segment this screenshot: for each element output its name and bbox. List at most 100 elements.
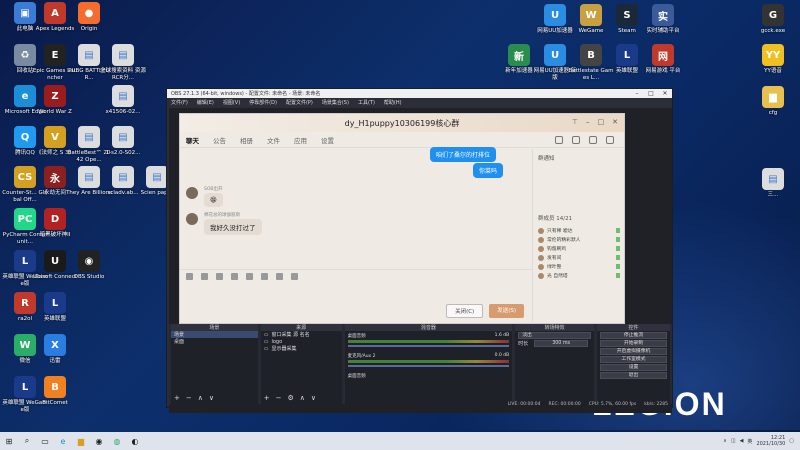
desktop-icon[interactable]: Z World War Z — [32, 85, 78, 116]
search-icon[interactable]: ⌕ — [18, 432, 36, 450]
desktop-icon[interactable]: ▤ 全球搜索资料 资源RCR分... — [100, 44, 146, 82]
phone-icon[interactable] — [555, 135, 563, 144]
add-icon[interactable]: + — [174, 394, 180, 402]
close-icon[interactable]: ✕ — [612, 118, 618, 126]
remove-icon[interactable]: − — [276, 394, 282, 402]
desktop-icon[interactable]: ● Origin — [66, 2, 112, 33]
desktop-icon[interactable]: ◉ OBS Studio — [66, 250, 112, 281]
desktop-icon[interactable]: ▤ 1-s2.0-S02... — [100, 126, 146, 157]
desktop-icon[interactable]: L 英雄联盟 — [32, 292, 78, 323]
stop-stream-button[interactable]: 停止推流 — [600, 332, 667, 339]
file-explorer-icon[interactable]: ▆ — [72, 432, 90, 450]
tab-album[interactable]: 相册 — [240, 135, 253, 145]
gif-icon[interactable] — [201, 273, 208, 280]
volume-slider[interactable] — [347, 345, 510, 347]
network-icon[interactable]: ◫ — [731, 438, 736, 444]
send-button[interactable]: 发送(S) — [489, 304, 524, 318]
maximize-icon[interactable]: □ — [598, 118, 605, 126]
member-item[interactable]: 钩蔻刷鸡 — [538, 244, 620, 253]
menu-edit[interactable]: 编辑(E) — [197, 99, 214, 106]
close-button[interactable]: 关闭(C) — [446, 304, 484, 318]
scene-item[interactable]: 桌面 — [171, 338, 258, 345]
tab-apps[interactable]: 应用 — [294, 135, 307, 145]
volume-icon[interactable]: ◀ — [740, 438, 744, 444]
transition-select[interactable]: 淡出 — [518, 332, 592, 339]
notification-icon[interactable]: ▢ — [789, 438, 794, 444]
menu-docks[interactable]: 停靠部件(D) — [249, 99, 277, 106]
emoji-icon[interactable] — [186, 273, 193, 280]
folder-icon[interactable] — [231, 273, 238, 280]
app-icon: W — [580, 4, 602, 26]
desktop-icon[interactable]: X 迅雷 — [32, 334, 78, 365]
member-item[interactable]: 绿叶整 — [538, 262, 620, 271]
minimize-icon[interactable]: – — [586, 118, 590, 126]
tab-settings[interactable]: 设置 — [321, 135, 334, 145]
avatar[interactable] — [186, 187, 198, 199]
desktop-icon[interactable]: 网网易游戏 平台 — [640, 44, 686, 75]
scene-item[interactable]: 场景 — [171, 331, 258, 338]
menu-tools[interactable]: 工具(T) — [358, 99, 375, 106]
more-icon[interactable] — [606, 135, 614, 144]
menu-scene-collection[interactable]: 场景集合(S) — [322, 99, 349, 106]
desktop-icon[interactable]: 实实时辅助平台 — [640, 4, 686, 35]
settings-button[interactable]: 设置 — [600, 364, 667, 371]
desktop-icon[interactable]: ▤ x41506-02... — [100, 85, 146, 116]
up-icon[interactable]: ∧ — [198, 394, 203, 402]
volume-slider[interactable] — [347, 365, 510, 367]
voice-icon[interactable] — [261, 273, 268, 280]
desktop-icon[interactable]: ▤ 三... — [750, 168, 796, 199]
clock[interactable]: 12:21 2021/10/30 — [756, 435, 785, 447]
tab-notice[interactable]: 公告 — [213, 135, 226, 145]
minimize-icon[interactable]: – — [630, 90, 644, 97]
menu-view[interactable]: 视图(V) — [223, 99, 240, 106]
tray-chevron-icon[interactable]: ∧ — [723, 438, 727, 444]
edge-icon[interactable]: e — [54, 432, 72, 450]
desktop-icon[interactable]: B BitComet — [32, 376, 78, 407]
menu-help[interactable]: 帮助(H) — [384, 99, 402, 106]
exit-button[interactable]: 退出 — [600, 372, 667, 379]
remove-icon[interactable]: − — [186, 394, 192, 402]
menu-file[interactable]: 文件(F) — [171, 99, 188, 106]
start-recording-button[interactable]: 开始录制 — [600, 340, 667, 347]
more-icon[interactable] — [291, 273, 298, 280]
image-icon[interactable] — [246, 273, 253, 280]
member-item[interactable]: 发有间 — [538, 253, 620, 262]
scissors-icon[interactable] — [216, 273, 223, 280]
desktop-icon[interactable]: YY YY语音 — [750, 44, 796, 75]
obs-titlebar[interactable]: OBS 27.1.3 (64-bit, windows) - 配置文件: 未命名… — [167, 89, 672, 98]
down-icon[interactable]: ∨ — [311, 394, 316, 402]
chat-input-area[interactable]: 关闭(C) 发送(S) — [180, 269, 532, 324]
source-item[interactable]: ▭ logo — [261, 338, 342, 345]
video-icon[interactable] — [572, 135, 580, 144]
source-item[interactable]: ▭ 显示器采集 — [261, 345, 342, 353]
studio-mode-button[interactable]: 工作室模式 — [600, 356, 667, 363]
desktop-icon[interactable]: D 暗黑破坏神II — [32, 208, 78, 239]
down-icon[interactable]: ∨ — [209, 394, 214, 402]
virtual-camera-button[interactable]: 开启虚拟摄像机 — [600, 348, 667, 355]
pin-icon[interactable]: ⊤ — [572, 118, 578, 126]
obs-taskbar-icon[interactable]: ◉ — [90, 432, 108, 450]
desktop-icon[interactable]: Ggcck.exe — [750, 4, 796, 35]
maximize-icon[interactable]: □ — [644, 90, 658, 97]
add-icon[interactable]: + — [264, 394, 270, 402]
member-item[interactable]: 常伦的精彩默人 — [538, 235, 620, 244]
up-icon[interactable]: ∧ — [300, 394, 305, 402]
member-item[interactable]: 只有稀 嘘达 — [538, 226, 620, 235]
tab-files[interactable]: 文件 — [267, 135, 280, 145]
bell-icon[interactable] — [276, 273, 283, 280]
tab-chat[interactable]: 聊天 — [186, 135, 199, 145]
source-item[interactable]: ▭ 窗口采集 源 名名 — [261, 331, 342, 339]
avatar[interactable] — [186, 213, 198, 225]
duration-input[interactable]: 300 ms — [534, 340, 589, 347]
ime-indicator[interactable]: 英 — [747, 438, 752, 445]
member-item[interactable]: 光 自然塔 — [538, 271, 620, 280]
screen-share-icon[interactable] — [589, 135, 597, 144]
task-view-icon[interactable]: ▭ — [36, 432, 54, 450]
close-icon[interactable]: ✕ — [658, 90, 672, 97]
windows-start-icon[interactable]: ⊞ — [0, 432, 18, 450]
menu-profile[interactable]: 配置文件(P) — [286, 99, 313, 106]
desktop-icon[interactable]: ▆ cfg — [750, 86, 796, 117]
wechat-taskbar-icon[interactable]: ◍ — [108, 432, 126, 450]
gear-icon[interactable]: ⚙ — [288, 394, 294, 402]
qq-taskbar-icon[interactable]: ◐ — [126, 432, 144, 450]
